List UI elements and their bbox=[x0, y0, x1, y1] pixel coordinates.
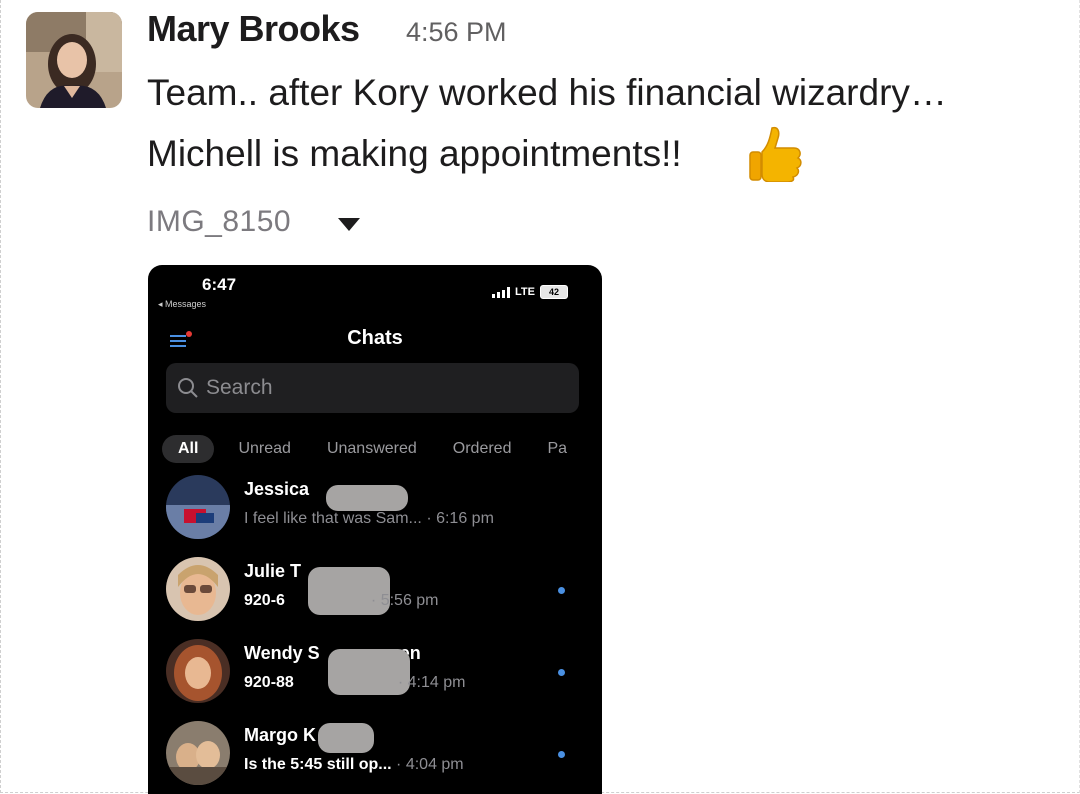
avatar[interactable] bbox=[26, 12, 122, 108]
message-text-line-1: Team.. after Kory worked his financial w… bbox=[147, 72, 947, 113]
unread-dot bbox=[558, 751, 565, 758]
contact-avatar bbox=[166, 639, 230, 703]
chat-list-item: Julie T 920-6 · 5:56 pm bbox=[166, 557, 586, 627]
chat-preview: I feel like that was Sam... · 6:16 pm bbox=[244, 510, 494, 527]
search-icon bbox=[178, 378, 198, 398]
chat-preview: 920-88 · 4:14 pm bbox=[244, 674, 466, 691]
thumbs-up-icon bbox=[748, 124, 806, 183]
network-label: LTE bbox=[515, 286, 535, 298]
unread-dot bbox=[558, 587, 565, 594]
unread-dot bbox=[558, 669, 565, 676]
contact-avatar bbox=[166, 475, 230, 539]
chat-list-item: Jessica I feel like that was Sam... · 6:… bbox=[166, 475, 586, 545]
phone-search-placeholder: Search bbox=[206, 376, 273, 399]
phone-back-label: ◂ Messages bbox=[158, 299, 207, 309]
phone-tab-partial: Pa bbox=[547, 440, 568, 457]
attachment-name[interactable]: IMG_8150 bbox=[147, 205, 291, 239]
contact-avatar bbox=[166, 557, 230, 621]
phone-filter-tabs: All Unread Unanswered Ordered Pa bbox=[162, 433, 567, 465]
chevron-down-icon[interactable] bbox=[338, 218, 360, 231]
battery-icon: 42 bbox=[540, 285, 568, 299]
phone-status-time: 6:47 bbox=[202, 275, 237, 294]
phone-tab-ordered: Ordered bbox=[452, 440, 512, 457]
contact-name: Jessica bbox=[244, 479, 310, 499]
phone-tab-all: All bbox=[162, 435, 215, 463]
redaction-mark bbox=[326, 485, 408, 511]
message-text-line-2: Michell is making appointments!! bbox=[147, 133, 682, 174]
chat-preview: 920-6 · 5:56 pm bbox=[244, 592, 439, 609]
phone-status-bar: LTE 42 bbox=[492, 285, 568, 299]
phone-tab-unanswered: Unanswered bbox=[326, 440, 417, 457]
signal-icon bbox=[492, 286, 511, 298]
phone-page-title: Chats bbox=[347, 327, 403, 349]
phone-tab-unread: Unread bbox=[238, 440, 291, 457]
chat-preview: Is the 5:45 still op... · 4:04 pm bbox=[244, 756, 464, 773]
message-timestamp[interactable]: 4:56 PM bbox=[406, 17, 507, 48]
phone-search-bar: Search bbox=[166, 363, 579, 413]
chat-list-item: Margo Kb Is the 5:45 still op... · 4:04 … bbox=[166, 721, 586, 791]
contact-name: Julie T bbox=[244, 561, 302, 581]
sender-name[interactable]: Mary Brooks bbox=[147, 8, 360, 50]
redaction-mark bbox=[318, 723, 374, 753]
chat-list-item: Wendy Sen 920-88 · 4:14 pm bbox=[166, 639, 586, 709]
attachment-image[interactable]: 6:47 ◂ Messages LTE 42 Chats Search All … bbox=[148, 265, 602, 794]
contact-avatar bbox=[166, 721, 230, 785]
